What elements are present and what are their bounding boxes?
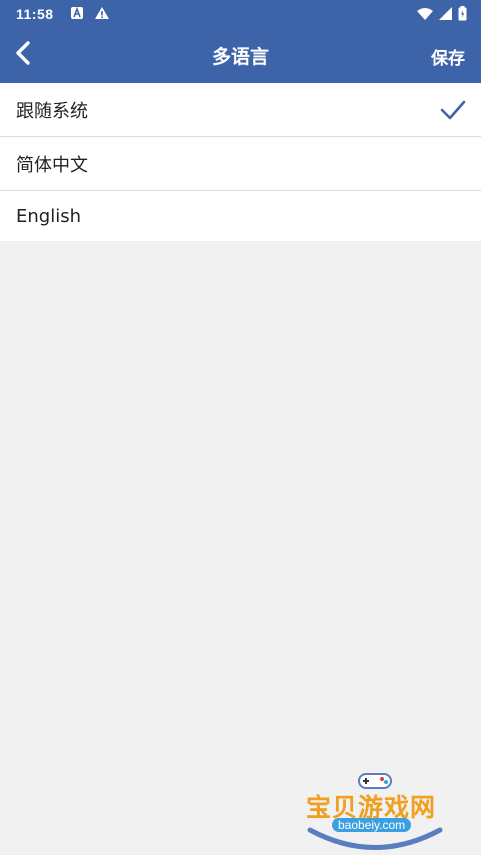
watermark-url: baobeiy.com [332,818,412,832]
save-button[interactable]: 保存 [431,44,465,69]
status-time: 11:58 [16,6,54,22]
warning-icon [94,6,110,25]
cell-signal-icon [439,6,452,26]
language-option-label: 跟随系统 [16,100,88,122]
language-option-follow-system[interactable]: 跟随系统 [0,83,481,137]
battery-icon [458,6,467,26]
watermark-logo: 宝贝游戏网 baobeiy.com [300,770,450,850]
language-option-label: English [16,205,81,227]
checkmark-icon [439,96,467,124]
a-box-icon [70,6,84,25]
page-title: 多语言 [211,46,269,68]
language-option-simplified-chinese[interactable]: 简体中文 [0,137,481,191]
wifi-icon [417,7,433,26]
status-icons-right [417,6,467,26]
app-bar: 多语言 保存 [0,28,481,83]
language-option-label: 简体中文 [16,154,88,176]
language-list: 跟随系统 简体中文 English [0,83,481,241]
language-option-english[interactable]: English [0,191,481,241]
status-bar: 11:58 [0,0,481,28]
status-icons-left [70,6,110,25]
